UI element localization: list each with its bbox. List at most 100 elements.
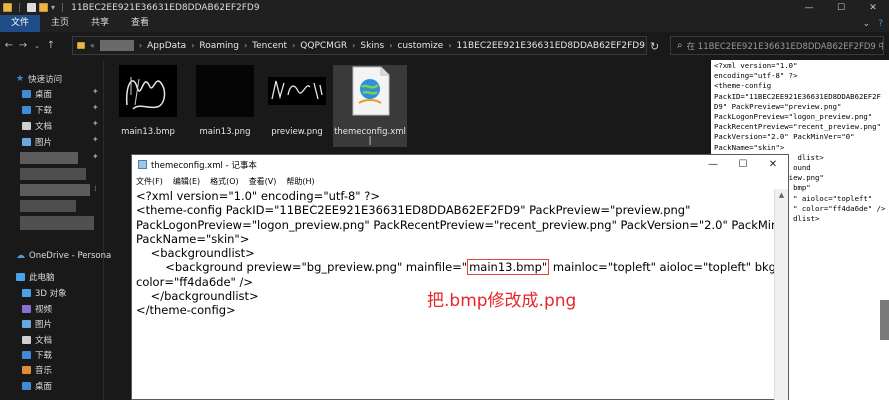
desktop-icon — [22, 89, 31, 98]
crumb-separator: « — [90, 41, 95, 50]
minimize-button[interactable]: — — [793, 0, 825, 15]
3d-objects-icon — [22, 288, 31, 297]
pin-icon[interactable]: ✦ — [92, 152, 99, 161]
customize-toolbar-icon[interactable]: ▾ — [51, 3, 55, 12]
help-icon[interactable]: ? — [878, 19, 883, 29]
properties-icon[interactable] — [27, 3, 37, 12]
file-item[interactable]: main13.png — [188, 65, 262, 137]
notepad-scrollbar[interactable]: ▲ — [774, 189, 788, 400]
sidebar-quick-access[interactable]: ★ 快速访问 — [16, 72, 62, 85]
scroll-up-icon[interactable]: ▲ — [775, 189, 788, 199]
crumb-separator: › — [243, 41, 248, 50]
file-item-selected[interactable]: themeconfig.xml | — [333, 65, 407, 147]
file-name: preview.png — [271, 127, 323, 137]
back-arrow-icon[interactable]: ← — [2, 40, 16, 51]
bmp-thumbnail-icon — [119, 65, 177, 117]
recent-locations-icon[interactable]: ⌄ — [30, 42, 44, 50]
crumb-separator: › — [191, 41, 195, 50]
pin-icon[interactable]: ✦ — [92, 135, 99, 144]
sidebar-item-pictures-pc[interactable]: 图片 — [22, 317, 52, 330]
new-folder-icon[interactable] — [39, 3, 49, 12]
tab-file[interactable]: 文件 — [0, 15, 41, 32]
menu-view[interactable]: 查看(V) — [249, 176, 277, 187]
window-controls: — ☐ ✕ — [793, 0, 889, 15]
sidebar-item-3d-objects[interactable]: 3D 对象 — [22, 286, 67, 299]
blurred-item — [20, 168, 86, 180]
sidebar-this-pc[interactable]: 此电脑 — [16, 270, 55, 283]
pin-icon[interactable]: ✦ — [92, 87, 99, 96]
pin-icon[interactable]: ✦ — [92, 103, 99, 112]
menu-edit[interactable]: 编辑(E) — [173, 176, 200, 187]
sidebar-item-music[interactable]: 音乐 — [22, 363, 52, 376]
folder-icon[interactable] — [3, 3, 12, 12]
star-icon: ★ — [16, 73, 25, 84]
sidebar-item-downloads-pc[interactable]: 下载 — [22, 348, 52, 361]
crumb-tencent[interactable]: Tencent — [252, 41, 287, 51]
notepad-window-controls: — ☐ ✕ — [698, 155, 788, 174]
preview-line: <theme-config — [714, 81, 772, 91]
annotation-text: 把.bmp修改成.png — [427, 291, 577, 311]
blurred-path-segment — [99, 40, 134, 51]
preview-line: PackVersion="2.0" PackMinVer="0" — [714, 132, 855, 142]
menu-help[interactable]: 帮助(H) — [286, 176, 314, 187]
preview-scrollbar[interactable] — [880, 300, 889, 340]
notepad-icon — [138, 160, 147, 169]
explorer-title-bar: | ▾ | 11BEC2EE921E36631ED8DDAB62EF2FD9 —… — [0, 0, 889, 15]
preview-line: encoding="utf-8" ?> — [714, 71, 798, 81]
menu-format[interactable]: 格式(O) — [210, 176, 239, 187]
sidebar-item-downloads[interactable]: 下载 — [22, 103, 52, 116]
blurred-item — [20, 200, 76, 212]
sidebar-item-documents[interactable]: 文档 — [22, 119, 52, 132]
file-item[interactable]: preview.png — [260, 65, 334, 137]
preview-line: PackRecentPreview="recent_preview.png" — [714, 122, 881, 132]
bg-line-suffix: mainloc="topleft" aioloc="topleft" bkgst… — [552, 260, 776, 275]
sidebar-onedrive[interactable]: ☁ OneDrive - Persona — [16, 249, 111, 262]
up-arrow-icon[interactable]: ↑ — [44, 40, 58, 51]
close-button[interactable]: ✕ — [857, 0, 889, 15]
menu-file[interactable]: 文件(F) — [136, 176, 163, 187]
preview-thumbnail-icon — [268, 77, 326, 105]
computer-icon — [16, 272, 25, 281]
picture-icon — [22, 137, 31, 146]
crumb-qqpcmgr[interactable]: QQPCMGR — [300, 41, 347, 51]
crumb-separator: › — [138, 41, 143, 50]
crumb-roaming[interactable]: Roaming — [199, 41, 239, 51]
text-line: <?xml version="1.0" encoding="utf-8" ?> — [136, 189, 380, 203]
preview-line: D9" PackPreview="preview.png" — [714, 101, 842, 111]
path-breadcrumb[interactable]: « › AppData › Roaming › Tencent › QQPCMG… — [72, 36, 647, 55]
maximize-button[interactable]: ☐ — [825, 0, 857, 15]
crumb-current-folder[interactable]: 11BEC2EE921E36631ED8DDAB62EF2FD9 — [457, 41, 645, 51]
folder-icon — [77, 42, 85, 49]
notepad-maximize-button[interactable]: ☐ — [728, 155, 758, 174]
tab-view[interactable]: 查看 — [120, 15, 160, 32]
chevron-down-icon[interactable]: ⌄ — [863, 19, 871, 29]
highlighted-mainfile: main13.bmp" — [467, 259, 550, 276]
bg-line-prefix: <background preview="bg_preview.png" mai… — [136, 260, 468, 275]
crumb-appdata[interactable]: AppData — [147, 41, 186, 51]
sidebar-item-videos[interactable]: 视频 — [22, 302, 52, 315]
tab-share[interactable]: 共享 — [80, 15, 120, 32]
notepad-menu-bar: 文件(F) 编辑(E) 格式(O) 查看(V) 帮助(H) — [132, 174, 788, 188]
crumb-customize[interactable]: customize — [397, 41, 443, 51]
sidebar-item-desktop[interactable]: 桌面 — [22, 87, 52, 100]
sidebar-item-pictures[interactable]: 图片 — [22, 135, 52, 148]
tab-home[interactable]: 主页 — [40, 15, 80, 32]
text-line: <theme-config PackID="11BEC2EE921E36631E… — [136, 203, 691, 218]
file-item[interactable]: main13.bmp — [111, 65, 185, 137]
pin-icon[interactable]: ✦ — [92, 119, 99, 128]
forward-arrow-icon[interactable]: → — [16, 40, 30, 51]
notepad-minimize-button[interactable]: — — [698, 155, 728, 174]
crumb-separator: › — [352, 41, 356, 50]
window-title: 11BEC2EE921E36631ED8DDAB62EF2FD9 — [71, 2, 260, 13]
png-thumbnail-icon — [196, 65, 254, 117]
music-icon — [22, 365, 31, 374]
sidebar-item-desktop-pc[interactable]: 桌面 — [22, 379, 52, 392]
refresh-icon[interactable]: ↻ — [650, 40, 659, 53]
crumb-separator: › — [448, 41, 452, 50]
crumb-skins[interactable]: Skins — [360, 41, 384, 51]
sidebar-item-documents-pc[interactable]: 文档 — [22, 333, 52, 346]
preview-line: PackID="11BEC2EE921E36631ED8DDAB62EF2F — [714, 91, 881, 101]
notepad-close-button[interactable]: ✕ — [758, 155, 788, 174]
document-icon — [22, 335, 31, 344]
search-input[interactable]: ⌕ 在 11BEC2EE921E36631ED8DDAB62EF2FD9 中搜索 — [670, 36, 884, 55]
